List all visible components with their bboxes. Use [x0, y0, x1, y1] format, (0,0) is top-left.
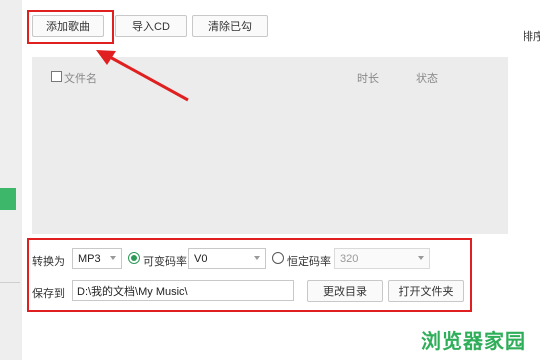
column-status: 状态	[416, 73, 438, 85]
save-path-input[interactable]: D:\我的文档\My Music\	[72, 280, 294, 301]
import-cd-button[interactable]: 导入CD	[115, 15, 187, 37]
cbr-select-value: 320	[340, 252, 359, 265]
convert-dialog: 添加歌曲 导入CD 清除已勾 文件名 时长 状态 转换为 MP3 可变码率 V0…	[22, 0, 524, 360]
add-songs-button[interactable]: 添加歌曲	[32, 15, 104, 37]
cbr-label: 恒定码率	[287, 256, 331, 268]
background-left-panel	[0, 0, 22, 360]
convert-to-label: 转换为	[32, 256, 65, 268]
chevron-down-icon	[254, 256, 260, 260]
background-divider	[0, 282, 20, 283]
background-green-tab	[0, 188, 16, 210]
file-list-header: 文件名 时长 状态	[32, 57, 508, 95]
chevron-down-icon	[418, 256, 424, 260]
cbr-select[interactable]: 320	[334, 248, 430, 269]
column-duration: 时长	[357, 73, 379, 85]
background-right-label: 排序	[522, 31, 540, 43]
file-list[interactable]: 文件名 时长 状态	[32, 57, 508, 234]
save-to-label: 保存到	[32, 288, 65, 300]
open-folder-button[interactable]: 打开文件夹	[388, 280, 464, 302]
background-right-panel: 排序	[522, 0, 540, 360]
format-select[interactable]: MP3	[72, 248, 122, 269]
chevron-down-icon	[110, 256, 116, 260]
site-watermark: 浏览器家园	[421, 329, 526, 353]
change-directory-button[interactable]: 更改目录	[307, 280, 383, 302]
vbr-select-value: V0	[194, 252, 208, 265]
format-select-value: MP3	[78, 252, 101, 265]
clear-checked-button[interactable]: 清除已勾	[192, 15, 268, 37]
vbr-radio[interactable]	[128, 252, 140, 264]
column-filename: 文件名	[64, 73, 97, 85]
vbr-label: 可变码率	[143, 256, 187, 268]
cbr-radio[interactable]	[272, 252, 284, 264]
vbr-select[interactable]: V0	[188, 248, 266, 269]
select-all-checkbox[interactable]	[51, 71, 62, 82]
